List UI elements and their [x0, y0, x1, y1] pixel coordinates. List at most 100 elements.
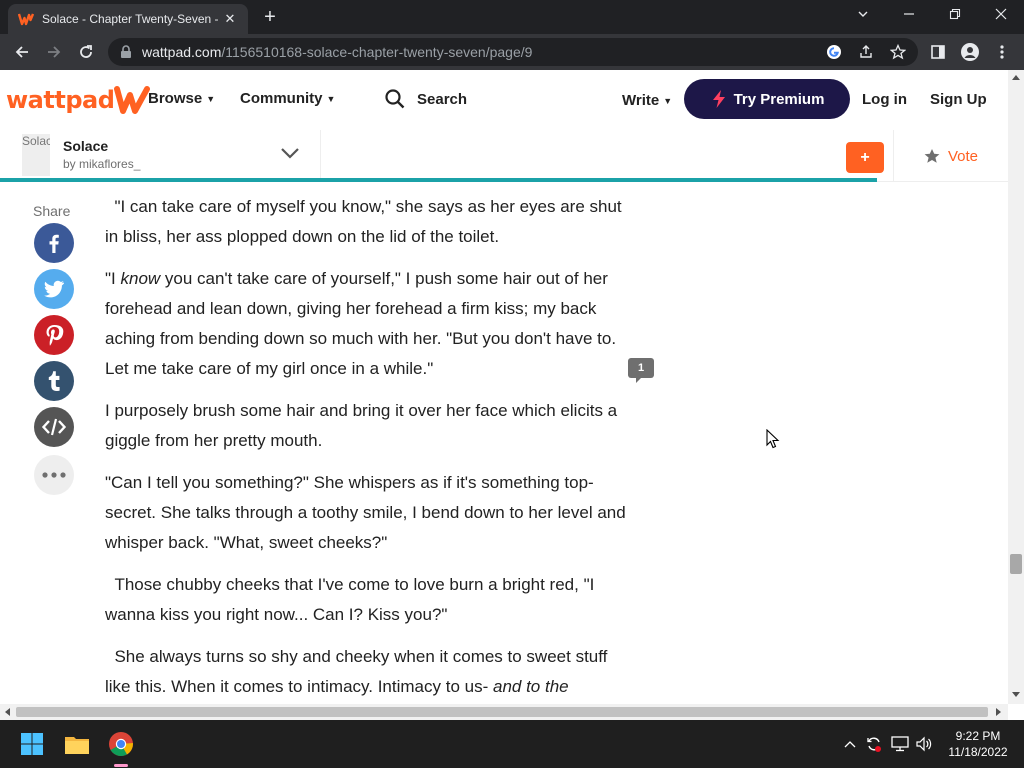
- story-paragraph: "Can I tell you something?" She whispers…: [105, 473, 626, 552]
- facebook-share-button[interactable]: [34, 223, 74, 263]
- twitter-icon: [44, 280, 64, 298]
- twitter-share-button[interactable]: [34, 269, 74, 309]
- story-paragraph: "I can take care of myself you know," sh…: [105, 197, 622, 246]
- reload-icon[interactable]: [74, 40, 98, 64]
- vertical-scroll-thumb[interactable]: [1010, 554, 1022, 574]
- profile-avatar-icon[interactable]: [960, 42, 980, 62]
- share-page-icon[interactable]: [856, 42, 876, 62]
- story-paragraph: She always turns so shy and cheeky when …: [105, 642, 630, 702]
- more-dots-icon: [42, 472, 66, 478]
- lightning-icon: [712, 90, 725, 108]
- text-run: "I: [105, 269, 121, 288]
- url-host: wattpad.com: [142, 44, 222, 60]
- story-paragraph: "I know you can't take care of yourself,…: [105, 264, 630, 384]
- chrome-app-icon[interactable]: [105, 728, 137, 760]
- caret-down-icon: ▼: [663, 95, 673, 106]
- scroll-left-icon[interactable]: [4, 708, 10, 716]
- side-panel-icon[interactable]: [928, 42, 948, 62]
- network-icon[interactable]: [890, 734, 910, 754]
- community-label: Community: [240, 90, 323, 107]
- vertical-scrollbar[interactable]: [1008, 70, 1024, 704]
- search-icon: [385, 89, 405, 109]
- tumblr-icon: [48, 371, 60, 391]
- wattpad-logo[interactable]: wattpad: [6, 84, 152, 116]
- volume-icon[interactable]: [914, 734, 934, 754]
- embed-share-button[interactable]: [34, 407, 74, 447]
- browser-tab[interactable]: Solace - Chapter Twenty-Seven - ✕: [8, 4, 248, 34]
- url-path: /1156510168-solace-chapter-twenty-seven/…: [221, 44, 533, 60]
- tab-search-icon[interactable]: [848, 4, 878, 26]
- premium-label: Try Premium: [733, 90, 825, 108]
- divider: [320, 130, 321, 178]
- star-icon: [924, 149, 940, 163]
- mouse-cursor-icon: [766, 428, 780, 454]
- caret-down-icon: ▼: [206, 93, 216, 104]
- chevron-up-icon[interactable]: [840, 734, 860, 754]
- story-text: "I can take care of myself you know," sh…: [105, 192, 630, 714]
- restore-window-button[interactable]: [940, 4, 970, 26]
- caret-down-icon: ▼: [326, 93, 336, 104]
- logo-text: wattpad: [6, 86, 115, 114]
- browser-toolbar: wattpad.com/1156510168-solace-chapter-tw…: [0, 34, 1024, 70]
- close-window-button[interactable]: [986, 4, 1016, 26]
- vote-button[interactable]: Vote: [893, 130, 1008, 182]
- story-cover[interactable]: Solace: [22, 134, 50, 176]
- story-info-bar: Solace Solace by mikaflores_ + Vote: [0, 130, 1008, 182]
- vote-label: Vote: [947, 147, 979, 165]
- windows-taskbar: 9:22 PM 11/18/2022: [0, 720, 1024, 768]
- scroll-up-icon[interactable]: [1012, 74, 1020, 80]
- address-bar[interactable]: wattpad.com/1156510168-solace-chapter-tw…: [108, 38, 918, 66]
- windows-start-icon[interactable]: [16, 728, 48, 760]
- browse-label: Browse: [148, 90, 203, 107]
- new-tab-button[interactable]: +: [258, 6, 282, 30]
- story-author[interactable]: by mikaflores_: [63, 157, 140, 171]
- active-app-indicator: [114, 764, 128, 767]
- browser-menu-icon[interactable]: [992, 42, 1012, 62]
- clock-time: 9:22 PM: [955, 729, 1001, 743]
- pinterest-share-button[interactable]: [34, 315, 74, 355]
- facebook-icon: [49, 234, 59, 253]
- sync-status-icon[interactable]: [864, 734, 884, 754]
- tab-title: Solace - Chapter Twenty-Seven -: [42, 12, 219, 26]
- horizontal-scroll-thumb[interactable]: [16, 707, 988, 717]
- google-icon[interactable]: [824, 42, 844, 62]
- wattpad-favicon-icon: [18, 11, 34, 27]
- inline-comment-badge[interactable]: 1: [628, 358, 654, 383]
- bookmark-star-icon[interactable]: [888, 42, 908, 62]
- scroll-down-icon[interactable]: [1012, 692, 1020, 698]
- search-label: Search: [417, 90, 468, 108]
- story-paragraph: I purposely brush some hair and bring it…: [105, 401, 618, 450]
- embed-code-icon: [42, 418, 66, 436]
- browser-tab-strip: Solace - Chapter Twenty-Seven - ✕ +: [0, 0, 1024, 34]
- try-premium-button[interactable]: Try Premium: [684, 79, 850, 119]
- forward-arrow-icon[interactable]: [42, 40, 66, 64]
- reading-progress-bar: [0, 178, 877, 182]
- system-clock[interactable]: 9:22 PM 11/18/2022: [940, 728, 1016, 760]
- chevron-down-icon[interactable]: [280, 146, 300, 165]
- wattpad-w-logo-icon: [114, 86, 151, 114]
- write-menu[interactable]: Write ▼: [622, 92, 672, 109]
- add-to-library-button[interactable]: +: [846, 142, 884, 173]
- tab-close-icon[interactable]: ✕: [222, 11, 238, 27]
- back-arrow-icon[interactable]: [10, 40, 34, 64]
- login-link[interactable]: Log in: [862, 91, 907, 108]
- lock-icon: [120, 45, 132, 59]
- site-header: wattpad Browse ▼ Community ▼ Search Write ▼…: [0, 70, 1008, 130]
- search-button[interactable]: Search: [385, 89, 467, 109]
- more-share-button[interactable]: [34, 455, 74, 495]
- story-title[interactable]: Solace: [63, 138, 108, 154]
- community-menu[interactable]: Community ▼: [240, 90, 335, 107]
- emphasis-text: and to the: [492, 677, 569, 696]
- text-run: you can't take care of yourself," I push…: [105, 269, 617, 378]
- clock-date: 11/18/2022: [948, 745, 1008, 759]
- tumblr-share-button[interactable]: [34, 361, 74, 401]
- browse-menu[interactable]: Browse ▼: [148, 90, 215, 107]
- file-explorer-icon[interactable]: [61, 728, 93, 760]
- story-paragraph: Those chubby cheeks that I've come to lo…: [105, 575, 595, 624]
- pinterest-icon: [46, 325, 64, 346]
- minimize-window-button[interactable]: [894, 4, 924, 26]
- share-label: Share: [33, 203, 71, 219]
- signup-link[interactable]: Sign Up: [930, 91, 987, 108]
- scroll-right-icon[interactable]: [996, 708, 1002, 716]
- emphasis-text: know: [120, 269, 161, 288]
